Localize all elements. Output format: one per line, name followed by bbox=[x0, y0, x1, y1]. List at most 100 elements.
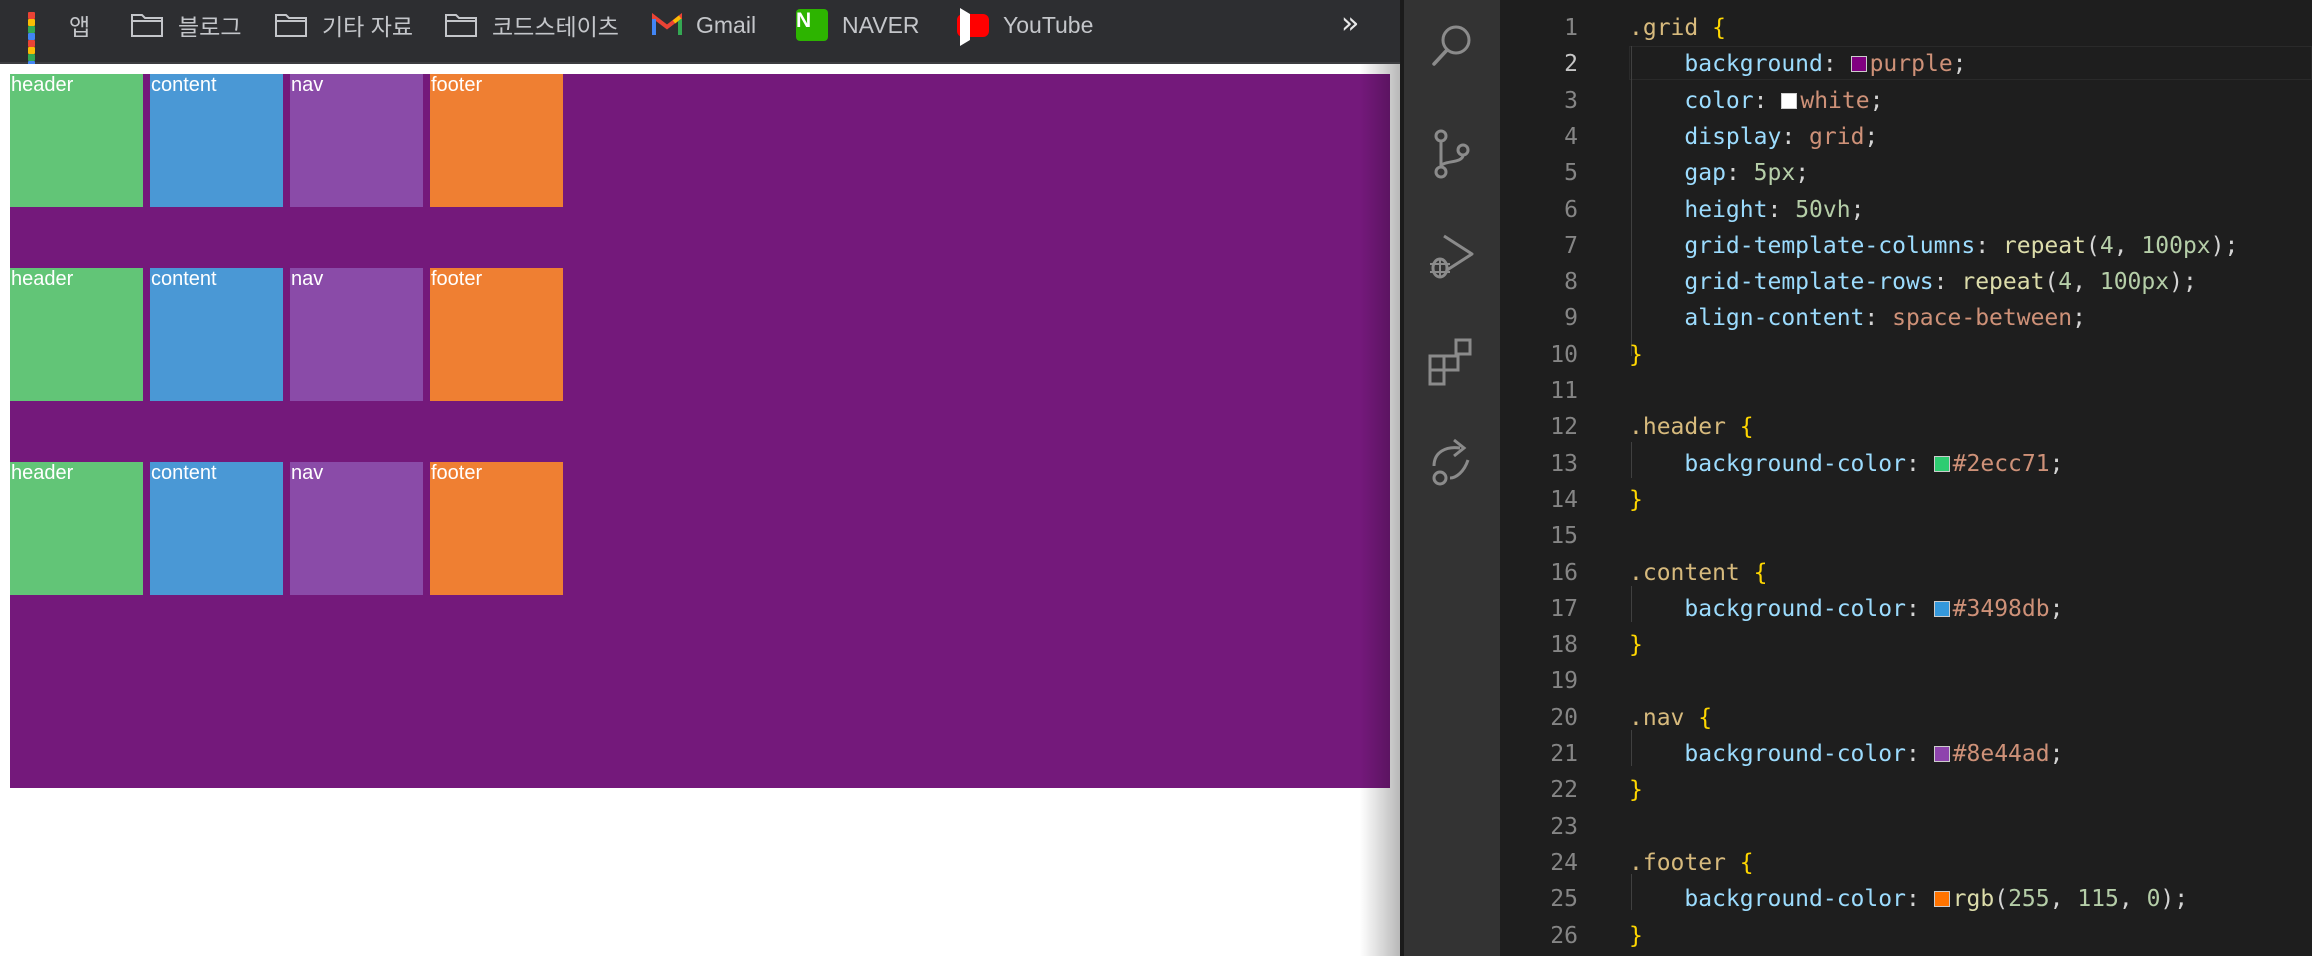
extensions-icon[interactable] bbox=[1426, 334, 1478, 386]
activity-bar bbox=[1404, 0, 1500, 956]
line-number: 23 bbox=[1550, 813, 1578, 840]
line-number: 12 bbox=[1550, 414, 1578, 441]
bookmark-label: 기타 자료 bbox=[322, 14, 414, 40]
color-swatch[interactable] bbox=[1933, 746, 1950, 762]
bookmark-folder-misc[interactable]: 기타 자료 bbox=[274, 0, 413, 50]
grid-item-header: header bbox=[10, 462, 143, 595]
code-line[interactable]: } bbox=[1629, 337, 1643, 373]
line-number: 22 bbox=[1550, 777, 1578, 804]
bookmark-youtube[interactable]: YouTube bbox=[957, 0, 1093, 50]
line-number: 10 bbox=[1550, 341, 1578, 368]
code-line[interactable]: .footer { bbox=[1629, 845, 1754, 881]
bookmark-label: Gmail bbox=[696, 11, 757, 38]
grid-item-content: content bbox=[150, 74, 283, 207]
bookmark-gmail[interactable]: Gmail bbox=[652, 0, 756, 50]
code-line[interactable]: } bbox=[1629, 918, 1643, 954]
folder-icon bbox=[131, 14, 163, 37]
grid-item-nav: nav bbox=[290, 462, 423, 595]
cell-label: header bbox=[11, 74, 74, 96]
cell-label: header bbox=[11, 462, 74, 484]
code-line[interactable]: } bbox=[1629, 627, 1643, 663]
code-line[interactable]: background: purple; bbox=[1629, 46, 1966, 82]
bookmark-label: 블로그 bbox=[178, 14, 242, 40]
color-swatch[interactable] bbox=[1781, 92, 1798, 109]
line-number: 17 bbox=[1550, 595, 1578, 622]
cell-label: footer bbox=[431, 462, 483, 484]
line-number: 5 bbox=[1564, 160, 1578, 187]
line-number: 1 bbox=[1564, 15, 1578, 41]
cell-label: footer bbox=[431, 74, 483, 96]
gmail-icon bbox=[652, 13, 682, 35]
cell-label: footer bbox=[431, 268, 483, 290]
line-number: 25 bbox=[1550, 886, 1578, 913]
code-line[interactable]: } bbox=[1629, 772, 1643, 808]
youtube-icon bbox=[957, 13, 989, 37]
grid-item-footer: footer bbox=[430, 462, 563, 595]
line-number: 13 bbox=[1550, 450, 1578, 477]
grid-item-content: content bbox=[150, 268, 283, 401]
bookmark-label: NAVER bbox=[842, 11, 920, 38]
line-number: 21 bbox=[1550, 741, 1578, 767]
live-share-icon[interactable] bbox=[1426, 436, 1478, 488]
color-swatch[interactable] bbox=[1933, 600, 1950, 617]
search-icon[interactable] bbox=[1426, 20, 1478, 72]
more-bookmarks-button[interactable]: » bbox=[1341, 6, 1359, 41]
code-line[interactable]: display: grid; bbox=[1629, 119, 1878, 155]
code-line[interactable]: grid-template-columns: repeat(4, 100px); bbox=[1629, 228, 2238, 264]
bookmark-folder-blog[interactable]: 블로그 bbox=[130, 0, 241, 50]
line-number: 9 bbox=[1564, 305, 1578, 332]
grid-container: header content nav footer header content… bbox=[10, 74, 1390, 788]
folder-icon bbox=[275, 14, 307, 37]
code-line[interactable]: .header { bbox=[1629, 409, 1754, 445]
grid-item-footer: footer bbox=[430, 74, 563, 207]
cell-label: content bbox=[151, 268, 217, 290]
bookmark-label: 코드스테이츠 bbox=[492, 14, 619, 40]
source-control-icon[interactable] bbox=[1426, 128, 1478, 180]
run-debug-icon[interactable] bbox=[1426, 230, 1478, 282]
naver-icon: N bbox=[796, 9, 828, 41]
grid-item-nav: nav bbox=[290, 268, 423, 401]
code-editor[interactable]: 1 2 3 4 5 6 7 8 9 10 11 12 13 14 15 16 17 18 19 20 21 22 23 24 2… bbox=[1500, 0, 2312, 956]
line-number: 20 bbox=[1550, 704, 1578, 731]
browser-window: 앱 블로그 기타 자료 코드스테이츠 Gmail N NAVER YouTube… bbox=[0, 0, 1400, 956]
page-viewport: header content nav footer header content… bbox=[0, 64, 1400, 956]
code-line[interactable]: .grid { bbox=[1629, 10, 1726, 46]
cell-label: nav bbox=[291, 74, 324, 96]
line-number: 6 bbox=[1564, 196, 1578, 223]
code-line[interactable]: background-color: #8e44ad; bbox=[1629, 736, 2063, 772]
code-line[interactable]: grid-template-rows: repeat(4, 100px); bbox=[1629, 264, 2196, 300]
code-line[interactable]: background-color: #3498db; bbox=[1629, 591, 2063, 627]
color-swatch[interactable] bbox=[1933, 891, 1950, 908]
code-line[interactable]: background-color: rgb(255, 115, 0); bbox=[1629, 881, 2188, 917]
line-number: 4 bbox=[1564, 123, 1578, 150]
code-line[interactable]: gap: 5px; bbox=[1629, 155, 1809, 191]
code-line[interactable]: color: white; bbox=[1629, 83, 1883, 119]
code-line[interactable]: height: 50vh; bbox=[1629, 192, 1864, 228]
window-edge-shadow bbox=[1360, 64, 1400, 956]
bookmark-naver[interactable]: N NAVER bbox=[796, 0, 920, 50]
code-line[interactable]: } bbox=[1629, 482, 1643, 518]
code-line[interactable]: align-content: space-between; bbox=[1629, 300, 2086, 336]
grid-item-header: header bbox=[10, 74, 143, 207]
line-number: 3 bbox=[1564, 87, 1578, 114]
code-line[interactable]: .nav { bbox=[1629, 700, 1712, 736]
line-number: 16 bbox=[1550, 559, 1578, 586]
line-number: 19 bbox=[1550, 668, 1578, 695]
grid-item-nav: nav bbox=[290, 74, 423, 207]
bookmark-label: 앱 bbox=[69, 14, 91, 40]
cell-label: header bbox=[11, 268, 74, 290]
code-line[interactable]: .content { bbox=[1629, 555, 1768, 591]
line-number: 26 bbox=[1550, 922, 1578, 949]
bookmark-folder-codestates[interactable]: 코드스테이츠 bbox=[444, 0, 619, 50]
grid-item-footer: footer bbox=[430, 268, 563, 401]
code-line[interactable]: background-color: #2ecc71; bbox=[1629, 446, 2063, 482]
line-number: 24 bbox=[1550, 849, 1578, 876]
line-number: 2 bbox=[1564, 51, 1578, 78]
line-number: 8 bbox=[1564, 269, 1578, 296]
color-swatch[interactable] bbox=[1933, 455, 1950, 472]
line-number: 18 bbox=[1550, 632, 1578, 659]
color-swatch[interactable] bbox=[1850, 56, 1867, 73]
line-number: 14 bbox=[1550, 486, 1578, 513]
line-number: 11 bbox=[1550, 378, 1578, 404]
bookmark-apps[interactable]: 앱 bbox=[28, 0, 91, 75]
